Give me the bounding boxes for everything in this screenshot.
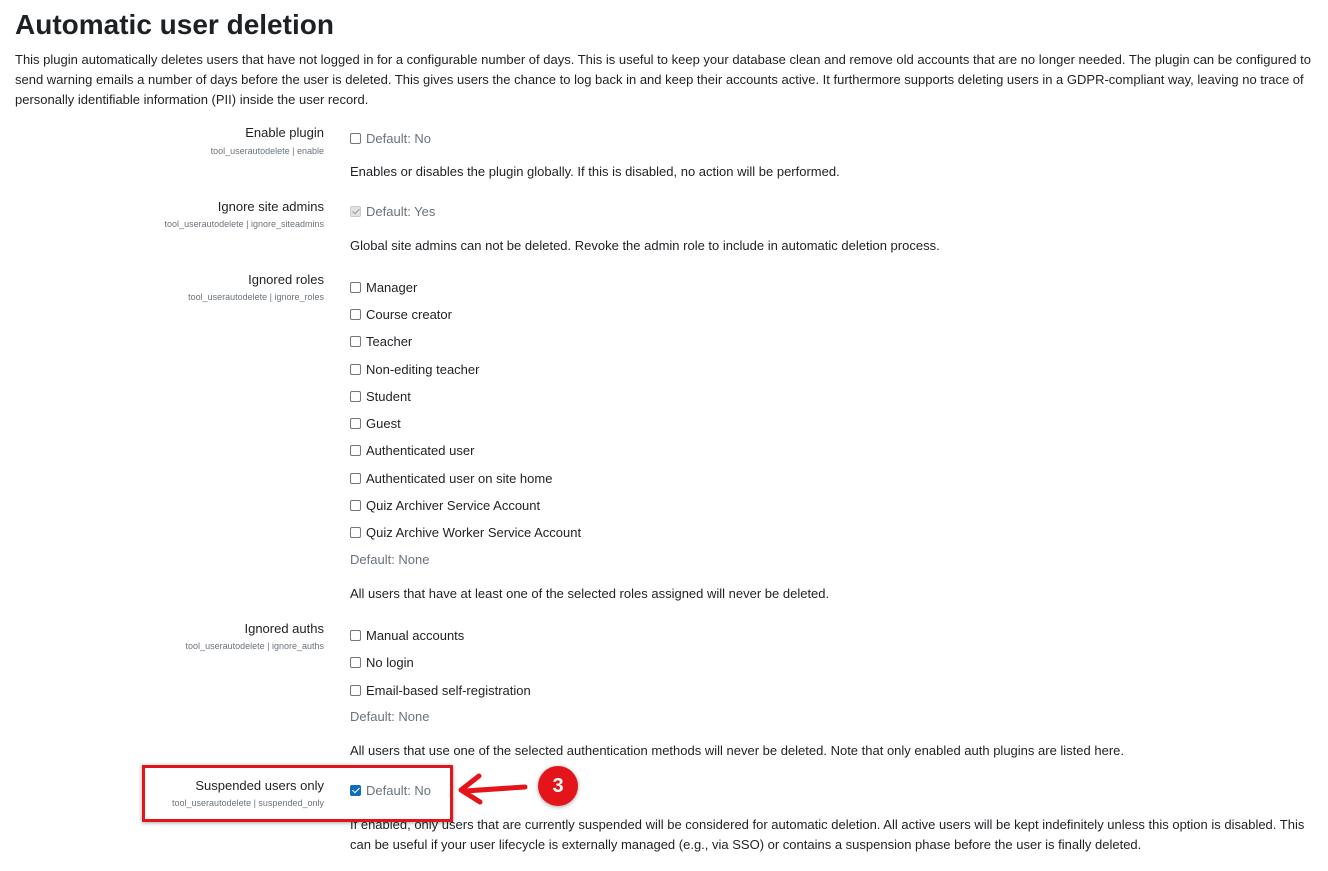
role-option-label: Manager bbox=[366, 279, 418, 295]
setting-key-ignore-auths: tool_userautodelete | ignore_auths bbox=[185, 641, 324, 651]
auth-option[interactable]: No login bbox=[350, 653, 414, 671]
role-checkbox[interactable] bbox=[350, 526, 361, 538]
enable-plugin-default: Default: No bbox=[366, 130, 432, 146]
setting-key-enable: tool_userautodelete | enable bbox=[210, 146, 324, 156]
page-intro: This plugin automatically deletes users … bbox=[15, 52, 1312, 107]
role-option[interactable]: Quiz Archiver Service Account bbox=[350, 496, 540, 514]
setting-label-ignore-siteadmins: Ignore site admins bbox=[217, 199, 324, 214]
setting-description-ignore-roles: All users that have at least one of the … bbox=[350, 586, 830, 601]
role-option[interactable]: Teacher bbox=[350, 332, 412, 350]
role-checkbox[interactable] bbox=[350, 281, 361, 293]
auth-option-label: Manual accounts bbox=[366, 627, 465, 643]
setting-description-enable: Enables or disables the plugin globally.… bbox=[350, 164, 840, 179]
role-checkbox[interactable] bbox=[350, 417, 361, 429]
role-checkbox[interactable] bbox=[350, 390, 361, 402]
auth-checkbox[interactable] bbox=[350, 656, 361, 668]
setting-description-suspended-only: If enabled, only users that are currentl… bbox=[350, 817, 1305, 852]
ignore-auths-default: Default: None bbox=[350, 709, 430, 724]
role-checkbox[interactable] bbox=[350, 472, 361, 484]
role-option-label: Quiz Archiver Service Account bbox=[366, 497, 541, 513]
auth-option[interactable]: Manual accounts bbox=[350, 626, 464, 644]
auth-option[interactable]: Email-based self-registration bbox=[350, 681, 531, 699]
ignore-siteadmins-checkbox-row: Default: Yes bbox=[350, 202, 435, 220]
enable-plugin-checkbox-row[interactable]: Default: No bbox=[350, 129, 431, 147]
annotation-step-badge: 3 bbox=[538, 766, 578, 806]
enable-plugin-checkbox[interactable] bbox=[350, 132, 361, 144]
auth-checkbox[interactable] bbox=[350, 629, 361, 641]
role-option[interactable]: Guest bbox=[350, 414, 401, 432]
role-option-label: Teacher bbox=[366, 333, 413, 349]
role-option-label: Student bbox=[366, 388, 411, 404]
role-option[interactable]: Authenticated user on site home bbox=[350, 469, 552, 487]
role-option-label: Quiz Archive Worker Service Account bbox=[366, 524, 582, 540]
setting-key-ignore-roles: tool_userautodelete | ignore_roles bbox=[188, 292, 324, 302]
auth-checkbox[interactable] bbox=[350, 684, 361, 696]
annotation-arrow-icon bbox=[458, 773, 528, 805]
role-option[interactable]: Manager bbox=[350, 278, 417, 296]
role-option[interactable]: Authenticated user bbox=[350, 441, 474, 459]
role-checkbox[interactable] bbox=[350, 444, 361, 456]
role-checkbox[interactable] bbox=[350, 335, 361, 347]
role-option-label: Guest bbox=[366, 415, 401, 431]
annotation-highlight-box bbox=[142, 765, 453, 822]
role-checkbox[interactable] bbox=[350, 499, 361, 511]
role-option-label: Course creator bbox=[366, 306, 452, 322]
setting-key-ignore-siteadmins: tool_userautodelete | ignore_siteadmins bbox=[164, 219, 324, 229]
auth-option-label: Email-based self-registration bbox=[366, 682, 531, 698]
setting-label-enable: Enable plugin bbox=[245, 125, 324, 140]
ignore-siteadmins-checkbox bbox=[350, 205, 361, 217]
role-option[interactable]: Student bbox=[350, 387, 411, 405]
role-option-label: Authenticated user on site home bbox=[366, 470, 553, 486]
ignore-roles-default: Default: None bbox=[350, 552, 430, 567]
role-checkbox[interactable] bbox=[350, 308, 361, 320]
role-option[interactable]: Quiz Archive Worker Service Account bbox=[350, 523, 581, 541]
role-checkbox[interactable] bbox=[350, 363, 361, 375]
auth-option-label: No login bbox=[366, 654, 414, 670]
role-option[interactable]: Non-editing teacher bbox=[350, 360, 479, 378]
setting-description-ignore-siteadmins: Global site admins can not be deleted. R… bbox=[350, 238, 940, 253]
setting-description-ignore-auths: All users that use one of the selected a… bbox=[350, 743, 1124, 758]
setting-label-ignore-auths: Ignored auths bbox=[244, 621, 324, 636]
role-option-label: Authenticated user bbox=[366, 442, 475, 458]
role-option-label: Non-editing teacher bbox=[366, 361, 480, 377]
page-title: Automatic user deletion bbox=[15, 9, 334, 40]
setting-label-ignore-roles: Ignored roles bbox=[248, 272, 324, 287]
role-option[interactable]: Course creator bbox=[350, 305, 452, 323]
ignore-siteadmins-default: Default: Yes bbox=[366, 203, 436, 219]
